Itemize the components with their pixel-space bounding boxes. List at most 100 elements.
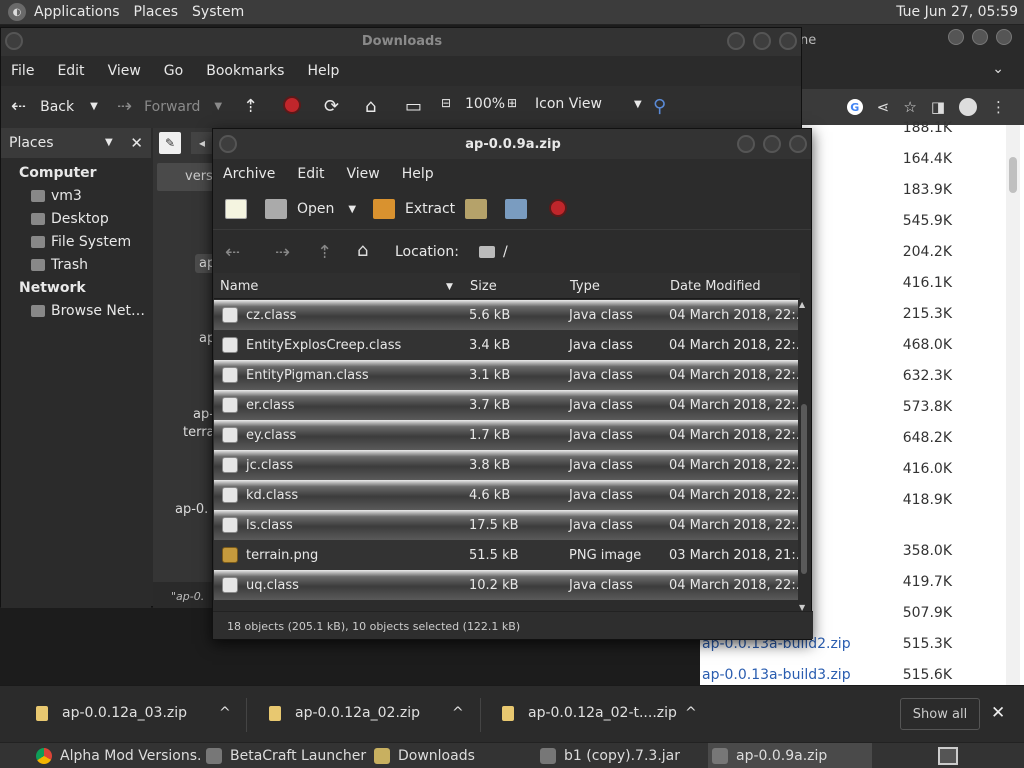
sidebar-item-vm3[interactable]: vm3 — [31, 188, 82, 204]
table-row[interactable]: ls.class 17.5 kB Java class 04 March 2018, … — [214, 510, 798, 540]
file-manager-titlebar[interactable]: Downloads — [1, 28, 801, 56]
search-button[interactable]: ⚲ — [653, 96, 666, 117]
column-size[interactable]: Size — [470, 279, 497, 294]
forward-button[interactable]: ⇢ Forward ▼ — [117, 96, 222, 117]
path-button[interactable]: versi — [157, 163, 217, 191]
location-path[interactable]: / — [479, 244, 508, 260]
distro-logo-icon[interactable]: ◐ — [8, 3, 26, 21]
menu-help[interactable]: Help — [402, 166, 434, 182]
places-dropdown-icon[interactable]: ▼ — [105, 137, 113, 148]
location-edit-icon[interactable]: ✎ — [159, 132, 181, 154]
menu-edit[interactable]: Edit — [297, 166, 324, 182]
archive-titlebar[interactable]: ap-0.0.9a.zip — [213, 129, 811, 159]
applications-menu[interactable]: Applications — [34, 4, 120, 20]
browser-scrollbar-thumb[interactable] — [1009, 157, 1017, 193]
chevron-up-icon[interactable]: ^ — [452, 705, 464, 721]
table-row[interactable]: EntityExplosCreep.class 3.4 kB Java class 0… — [214, 330, 798, 360]
chevron-down-icon[interactable]: ⌄ — [992, 61, 1004, 77]
view-mode-select[interactable]: Icon View ▼ — [535, 96, 642, 112]
sidebar-item-file-system[interactable]: File System — [31, 234, 131, 250]
google-icon[interactable]: G — [846, 99, 863, 115]
share-icon[interactable]: ⋖ — [877, 98, 890, 116]
forward-dropdown-icon[interactable]: ▼ — [214, 101, 222, 112]
table-row[interactable]: kd.class 4.6 kB Java class 04 March 2018, 2… — [214, 480, 798, 510]
zoom-level[interactable]: 100% — [465, 96, 505, 112]
file-label[interactable]: ap-0. — [175, 502, 208, 517]
path-left-arrow-icon[interactable]: ◂ — [191, 132, 213, 154]
file-label[interactable]: terra — [183, 425, 215, 440]
add-folder-button[interactable] — [505, 199, 527, 219]
stop-button[interactable] — [283, 96, 301, 114]
add-files-button[interactable] — [465, 199, 487, 219]
zoom-out-button[interactable]: ⊟ — [441, 96, 451, 110]
table-row[interactable]: er.class 3.7 kB Java class 04 March 2018, 2… — [214, 390, 798, 420]
chevron-up-icon[interactable]: ^ — [685, 705, 697, 721]
back-button[interactable]: ⇠ Back ▼ — [11, 96, 98, 117]
clock[interactable]: Tue Jun 27, 05:59 — [896, 4, 1018, 20]
up-arrow-icon[interactable]: ⇡ — [317, 242, 332, 263]
column-date-modified[interactable]: Date Modified — [670, 279, 761, 294]
archive-scrollbar[interactable]: ▲ ▼ — [799, 300, 809, 612]
close-icon[interactable]: ✕ — [991, 703, 1005, 723]
archive-scrollbar-thumb[interactable] — [801, 404, 807, 574]
column-name[interactable]: Name — [220, 279, 258, 294]
taskbar-item-archive[interactable]: ap-0.0.9a.zip — [708, 743, 872, 768]
minimize-button[interactable] — [737, 135, 755, 153]
reload-button[interactable]: ⟳ — [324, 96, 339, 117]
browser-maximize-button[interactable] — [972, 29, 988, 45]
menu-edit[interactable]: Edit — [57, 63, 84, 79]
minimize-button[interactable] — [727, 32, 745, 50]
menu-go[interactable]: Go — [164, 63, 183, 79]
table-row[interactable]: terrain.png 51.5 kB PNG image 03 March 2018… — [214, 540, 798, 570]
menu-archive[interactable]: Archive — [223, 166, 275, 182]
browser-scrollbar[interactable] — [1006, 125, 1020, 685]
home-button[interactable]: ⌂ — [365, 96, 376, 117]
close-sidebar-icon[interactable]: ✕ — [130, 134, 143, 152]
up-button[interactable]: ⇡ — [243, 96, 258, 117]
table-row[interactable]: uq.class 10.2 kB Java class 04 March 2018, … — [214, 570, 798, 600]
table-row[interactable]: EntityPigman.class 3.1 kB Java class 04 Mar… — [214, 360, 798, 390]
zoom-in-button[interactable]: ⊞ — [507, 96, 517, 110]
sort-descending-icon[interactable]: ▼ — [446, 282, 453, 292]
back-arrow-icon[interactable]: ⇠ — [225, 242, 240, 263]
show-desktop-icon[interactable] — [938, 747, 958, 765]
browser-close-button[interactable] — [996, 29, 1012, 45]
sidebar-icon[interactable]: ◨ — [931, 98, 945, 116]
open-button[interactable]: Open ▼ — [265, 199, 356, 219]
computer-button[interactable]: ▭ — [405, 96, 422, 117]
table-row[interactable]: ey.class 1.7 kB Java class 04 March 2018, 2… — [214, 420, 798, 450]
menu-help[interactable]: Help — [307, 63, 339, 79]
menu-view[interactable]: View — [108, 63, 141, 79]
taskbar-item-browser[interactable]: Alpha Mod Versions... — [36, 743, 202, 768]
sidebar-item-desktop[interactable]: Desktop — [31, 211, 109, 227]
menu-bookmarks[interactable]: Bookmarks — [206, 63, 284, 79]
menu-dots-icon[interactable]: ⋮ — [991, 98, 1006, 116]
system-menu[interactable]: System — [192, 4, 244, 20]
chevron-up-icon[interactable]: ^ — [219, 705, 231, 721]
download-item[interactable]: ap-0.0.12a_02-t....zip — [502, 705, 677, 721]
maximize-button[interactable] — [753, 32, 771, 50]
profile-avatar[interactable] — [959, 98, 977, 116]
open-dropdown-icon[interactable]: ▼ — [348, 204, 356, 215]
download-item[interactable]: ap-0.0.12a_02.zip — [269, 705, 420, 721]
places-header[interactable]: Places ▼ ✕ — [1, 128, 151, 158]
file-label[interactable]: ap- — [193, 407, 214, 422]
taskbar-item-jar[interactable]: b1 (copy).7.3.jar — [540, 743, 704, 768]
new-archive-button[interactable] — [225, 199, 247, 219]
scroll-up-icon[interactable]: ▲ — [799, 300, 805, 309]
home-icon[interactable]: ⌂ — [357, 240, 368, 261]
stop-button[interactable] — [549, 199, 567, 217]
maximize-button[interactable] — [763, 135, 781, 153]
taskbar-item-betacraft[interactable]: BetaCraft Launcher ... — [206, 743, 370, 768]
forward-arrow-icon[interactable]: ⇢ — [275, 242, 290, 263]
column-type[interactable]: Type — [570, 279, 600, 294]
file-link[interactable]: ap-0.0.13a-build3.zip — [702, 667, 851, 683]
browser-minimize-button[interactable] — [948, 29, 964, 45]
close-button[interactable] — [789, 135, 807, 153]
close-button[interactable] — [779, 32, 797, 50]
places-menu[interactable]: Places — [134, 4, 179, 20]
show-all-button[interactable]: Show all — [900, 698, 980, 730]
menu-view[interactable]: View — [347, 166, 380, 182]
table-row[interactable]: jc.class 3.8 kB Java class 04 March 2018, 2… — [214, 450, 798, 480]
star-icon[interactable]: ☆ — [903, 98, 916, 116]
